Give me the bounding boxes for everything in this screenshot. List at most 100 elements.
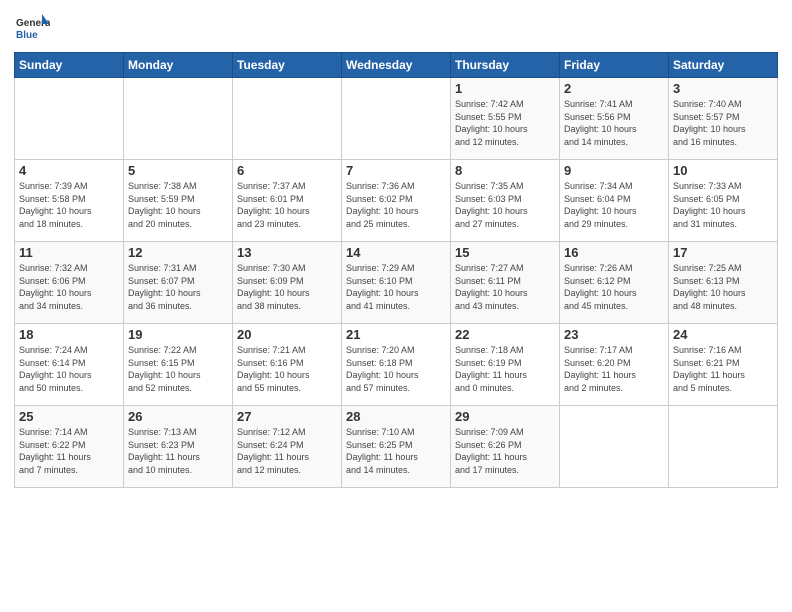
day-number: 9 (564, 163, 664, 178)
day-info: Sunrise: 7:10 AM Sunset: 6:25 PM Dayligh… (346, 426, 446, 476)
calendar-table: SundayMondayTuesdayWednesdayThursdayFrid… (14, 52, 778, 488)
calendar-cell: 10Sunrise: 7:33 AM Sunset: 6:05 PM Dayli… (669, 160, 778, 242)
calendar-week-3: 11Sunrise: 7:32 AM Sunset: 6:06 PM Dayli… (15, 242, 778, 324)
day-info: Sunrise: 7:40 AM Sunset: 5:57 PM Dayligh… (673, 98, 773, 148)
calendar-cell: 6Sunrise: 7:37 AM Sunset: 6:01 PM Daylig… (233, 160, 342, 242)
day-info: Sunrise: 7:21 AM Sunset: 6:16 PM Dayligh… (237, 344, 337, 394)
calendar-cell (560, 406, 669, 488)
day-info: Sunrise: 7:35 AM Sunset: 6:03 PM Dayligh… (455, 180, 555, 230)
day-number: 25 (19, 409, 119, 424)
calendar-cell: 22Sunrise: 7:18 AM Sunset: 6:19 PM Dayli… (451, 324, 560, 406)
day-number: 7 (346, 163, 446, 178)
day-number: 16 (564, 245, 664, 260)
calendar-cell: 24Sunrise: 7:16 AM Sunset: 6:21 PM Dayli… (669, 324, 778, 406)
calendar-cell: 1 Sunrise: 7:42 AM Sunset: 5:55 PM Daylig… (451, 78, 560, 160)
logo: General Blue (14, 10, 50, 46)
column-header-monday: Monday (124, 53, 233, 78)
column-header-friday: Friday (560, 53, 669, 78)
column-header-thursday: Thursday (451, 53, 560, 78)
calendar-cell: 21 Sunrise: 7:20 AM Sunset: 6:18 PM Dayli… (342, 324, 451, 406)
calendar-cell: 16 Sunrise: 7:26 AM Sunset: 6:12 PM Dayli… (560, 242, 669, 324)
calendar-cell: 3 Sunrise: 7:40 AM Sunset: 5:57 PM Daylig… (669, 78, 778, 160)
day-info: Sunrise: 7:41 AM Sunset: 5:56 PM Dayligh… (564, 98, 664, 148)
day-number: 20 (237, 327, 337, 342)
calendar-cell: 12 Sunrise: 7:31 AM Sunset: 6:07 PM Dayli… (124, 242, 233, 324)
calendar-cell (669, 406, 778, 488)
day-info: Sunrise: 7:38 AM Sunset: 5:59 PM Dayligh… (128, 180, 228, 230)
day-number: 14 (346, 245, 446, 260)
day-number: 8 (455, 163, 555, 178)
calendar-cell: 15 Sunrise: 7:27 AM Sunset: 6:11 PM Dayli… (451, 242, 560, 324)
day-number: 27 (237, 409, 337, 424)
day-info: Sunrise: 7:22 AM Sunset: 6:15 PM Dayligh… (128, 344, 228, 394)
day-number: 13 (237, 245, 337, 260)
day-info: Sunrise: 7:29 AM Sunset: 6:10 PM Dayligh… (346, 262, 446, 312)
column-header-tuesday: Tuesday (233, 53, 342, 78)
calendar-cell (15, 78, 124, 160)
day-info: Sunrise: 7:09 AM Sunset: 6:26 PM Dayligh… (455, 426, 555, 476)
day-number: 15 (455, 245, 555, 260)
day-number: 3 (673, 81, 773, 96)
calendar-cell: 18Sunrise: 7:24 AM Sunset: 6:14 PM Dayli… (15, 324, 124, 406)
calendar-cell: 29 Sunrise: 7:09 AM Sunset: 6:26 PM Dayli… (451, 406, 560, 488)
calendar-cell: 26 Sunrise: 7:13 AM Sunset: 6:23 PM Dayli… (124, 406, 233, 488)
logo-svg: General Blue (14, 10, 50, 46)
day-number: 21 (346, 327, 446, 342)
day-number: 4 (19, 163, 119, 178)
calendar-cell: 17 Sunrise: 7:25 AM Sunset: 6:13 PM Dayli… (669, 242, 778, 324)
calendar-cell (342, 78, 451, 160)
calendar-cell: 9 Sunrise: 7:34 AM Sunset: 6:04 PM Daylig… (560, 160, 669, 242)
calendar-week-2: 4Sunrise: 7:39 AM Sunset: 5:58 PM Daylig… (15, 160, 778, 242)
day-info: Sunrise: 7:24 AM Sunset: 6:14 PM Dayligh… (19, 344, 119, 394)
day-number: 1 (455, 81, 555, 96)
calendar-week-5: 25 Sunrise: 7:14 AM Sunset: 6:22 PM Dayli… (15, 406, 778, 488)
header: General Blue (14, 10, 778, 46)
calendar-cell: 19 Sunrise: 7:22 AM Sunset: 6:15 PM Dayli… (124, 324, 233, 406)
day-number: 23 (564, 327, 664, 342)
day-info: Sunrise: 7:36 AM Sunset: 6:02 PM Dayligh… (346, 180, 446, 230)
column-header-sunday: Sunday (15, 53, 124, 78)
day-number: 17 (673, 245, 773, 260)
day-number: 29 (455, 409, 555, 424)
day-info: Sunrise: 7:17 AM Sunset: 6:20 PM Dayligh… (564, 344, 664, 394)
day-info: Sunrise: 7:30 AM Sunset: 6:09 PM Dayligh… (237, 262, 337, 312)
calendar-cell: 8 Sunrise: 7:35 AM Sunset: 6:03 PM Daylig… (451, 160, 560, 242)
day-info: Sunrise: 7:42 AM Sunset: 5:55 PM Dayligh… (455, 98, 555, 148)
logo-icon-wrapper: General Blue (14, 10, 50, 46)
day-info: Sunrise: 7:20 AM Sunset: 6:18 PM Dayligh… (346, 344, 446, 394)
day-info: Sunrise: 7:13 AM Sunset: 6:23 PM Dayligh… (128, 426, 228, 476)
calendar-cell: 7 Sunrise: 7:36 AM Sunset: 6:02 PM Daylig… (342, 160, 451, 242)
calendar-header-row: SundayMondayTuesdayWednesdayThursdayFrid… (15, 53, 778, 78)
day-info: Sunrise: 7:18 AM Sunset: 6:19 PM Dayligh… (455, 344, 555, 394)
calendar-cell: 23 Sunrise: 7:17 AM Sunset: 6:20 PM Dayli… (560, 324, 669, 406)
day-number: 24 (673, 327, 773, 342)
day-number: 19 (128, 327, 228, 342)
day-info: Sunrise: 7:31 AM Sunset: 6:07 PM Dayligh… (128, 262, 228, 312)
day-number: 12 (128, 245, 228, 260)
calendar-cell: 14 Sunrise: 7:29 AM Sunset: 6:10 PM Dayli… (342, 242, 451, 324)
column-header-wednesday: Wednesday (342, 53, 451, 78)
calendar-cell: 5 Sunrise: 7:38 AM Sunset: 5:59 PM Daylig… (124, 160, 233, 242)
calendar-cell: 11Sunrise: 7:32 AM Sunset: 6:06 PM Dayli… (15, 242, 124, 324)
calendar-cell: 27Sunrise: 7:12 AM Sunset: 6:24 PM Dayli… (233, 406, 342, 488)
day-info: Sunrise: 7:32 AM Sunset: 6:06 PM Dayligh… (19, 262, 119, 312)
calendar-cell: 13 Sunrise: 7:30 AM Sunset: 6:09 PM Dayli… (233, 242, 342, 324)
day-number: 5 (128, 163, 228, 178)
day-number: 28 (346, 409, 446, 424)
day-number: 26 (128, 409, 228, 424)
day-info: Sunrise: 7:14 AM Sunset: 6:22 PM Dayligh… (19, 426, 119, 476)
svg-text:Blue: Blue (16, 30, 38, 41)
day-info: Sunrise: 7:26 AM Sunset: 6:12 PM Dayligh… (564, 262, 664, 312)
calendar-cell (233, 78, 342, 160)
day-info: Sunrise: 7:25 AM Sunset: 6:13 PM Dayligh… (673, 262, 773, 312)
logo-wrapper: General Blue (14, 10, 50, 46)
column-header-saturday: Saturday (669, 53, 778, 78)
day-number: 2 (564, 81, 664, 96)
calendar-cell (124, 78, 233, 160)
day-number: 10 (673, 163, 773, 178)
calendar-cell: 28 Sunrise: 7:10 AM Sunset: 6:25 PM Dayli… (342, 406, 451, 488)
calendar-week-1: 1 Sunrise: 7:42 AM Sunset: 5:55 PM Daylig… (15, 78, 778, 160)
day-info: Sunrise: 7:34 AM Sunset: 6:04 PM Dayligh… (564, 180, 664, 230)
calendar-cell: 2 Sunrise: 7:41 AM Sunset: 5:56 PM Daylig… (560, 78, 669, 160)
day-info: Sunrise: 7:27 AM Sunset: 6:11 PM Dayligh… (455, 262, 555, 312)
